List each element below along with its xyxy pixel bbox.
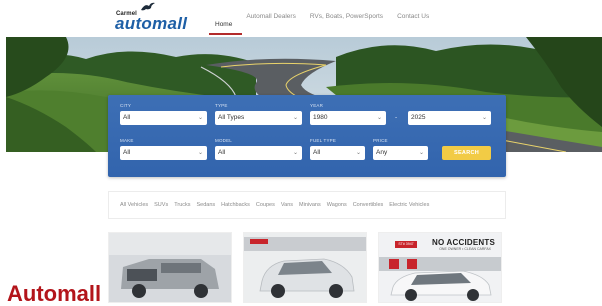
nav-item-rvs-boats[interactable]: RVs, Boats, PowerSports xyxy=(310,13,383,31)
year-from-select[interactable]: 1980 ⌄ xyxy=(310,111,386,125)
category-trucks[interactable]: Trucks xyxy=(174,202,190,208)
fuel-type-value: All xyxy=(313,149,321,156)
model-value: All xyxy=(218,149,226,156)
price-value: Any xyxy=(376,149,388,156)
no-accidents-subline: ONE OWNER • CLEAN CARFAX xyxy=(439,247,491,251)
main-nav: Home Automall Dealers RVs, Boats, PowerS… xyxy=(209,13,429,35)
type-value: All Types xyxy=(218,114,245,121)
vehicle-photo-suv xyxy=(244,233,366,302)
nav-item-label: Home xyxy=(215,21,233,28)
category-suvs[interactable]: SUVs xyxy=(154,202,168,208)
site-header: Carmel automall Home Automall Dealers RV… xyxy=(0,0,602,37)
year-range-separator: - xyxy=(395,114,398,121)
year-to-value: 2025 xyxy=(411,114,426,121)
page-title: Automall xyxy=(7,281,102,306)
chevron-down-icon: ⌄ xyxy=(418,150,424,156)
stock-tag: ST# 3947 xyxy=(395,241,417,248)
model-label: MODEL xyxy=(215,138,233,143)
category-minivans[interactable]: Minivans xyxy=(299,202,321,208)
fuel-type-label: FUEL TYPE xyxy=(310,138,337,143)
category-hatchbacks[interactable]: Hatchbacks xyxy=(221,202,250,208)
chevron-down-icon: ⌄ xyxy=(292,150,298,156)
price-label: PRICE xyxy=(373,138,388,143)
chevron-down-icon: ⌄ xyxy=(197,115,203,121)
nav-item-dealers[interactable]: Automall Dealers xyxy=(246,13,296,31)
chevron-down-icon: ⌄ xyxy=(376,115,382,121)
type-select[interactable]: All Types ⌄ xyxy=(215,111,302,125)
make-label: MAKE xyxy=(120,138,134,143)
nav-item-contact[interactable]: Contact Us xyxy=(397,13,429,31)
price-select[interactable]: Any ⌄ xyxy=(373,146,428,160)
chevron-down-icon: ⌄ xyxy=(481,115,487,121)
chevron-down-icon: ⌄ xyxy=(197,150,203,156)
category-sedans[interactable]: Sedans xyxy=(197,202,216,208)
category-wagons[interactable]: Wagons xyxy=(327,202,347,208)
city-value: All xyxy=(123,114,131,121)
chevron-down-icon: ⌄ xyxy=(292,115,298,121)
active-nav-underline xyxy=(209,33,242,35)
nav-item-home[interactable]: Home xyxy=(209,13,242,35)
eagle-icon xyxy=(141,2,155,11)
city-label: CITY xyxy=(120,103,132,108)
year-to-select[interactable]: 2025 ⌄ xyxy=(408,111,491,125)
vehicle-photo-truck xyxy=(109,233,231,302)
vehicle-card[interactable] xyxy=(243,232,367,303)
logo-big-text: automall xyxy=(115,14,188,33)
city-select[interactable]: All ⌄ xyxy=(120,111,207,125)
category-electric-vehicles[interactable]: Electric Vehicles xyxy=(389,202,429,208)
year-label: YEAR xyxy=(310,103,324,108)
make-select[interactable]: All ⌄ xyxy=(120,146,207,160)
category-vans[interactable]: Vans xyxy=(281,202,293,208)
chevron-down-icon: ⌄ xyxy=(355,150,361,156)
search-button[interactable]: SEARCH xyxy=(442,146,491,160)
category-convertibles[interactable]: Convertibles xyxy=(353,202,384,208)
make-value: All xyxy=(123,149,131,156)
vehicle-card[interactable] xyxy=(108,232,232,303)
category-list: All Vehicles SUVs Trucks Sedans Hatchbac… xyxy=(120,202,429,208)
category-all-vehicles[interactable]: All Vehicles xyxy=(120,202,148,208)
model-select[interactable]: All ⌄ xyxy=(215,146,302,160)
category-coupes[interactable]: Coupes xyxy=(256,202,275,208)
year-from-value: 1980 xyxy=(313,114,328,121)
vehicle-category-bar: All Vehicles SUVs Trucks Sedans Hatchbac… xyxy=(108,191,506,219)
type-label: TYPE xyxy=(215,103,228,108)
fuel-type-select[interactable]: All ⌄ xyxy=(310,146,365,160)
vehicle-search-panel: CITY TYPE YEAR All ⌄ All Types ⌄ 1980 ⌄ … xyxy=(108,95,506,177)
vehicle-card[interactable]: ST# 3947 NO ACCIDENTS ONE OWNER • CLEAN … xyxy=(378,232,502,303)
site-logo[interactable]: Carmel automall xyxy=(114,2,196,32)
no-accidents-banner: NO ACCIDENTS xyxy=(432,238,495,247)
